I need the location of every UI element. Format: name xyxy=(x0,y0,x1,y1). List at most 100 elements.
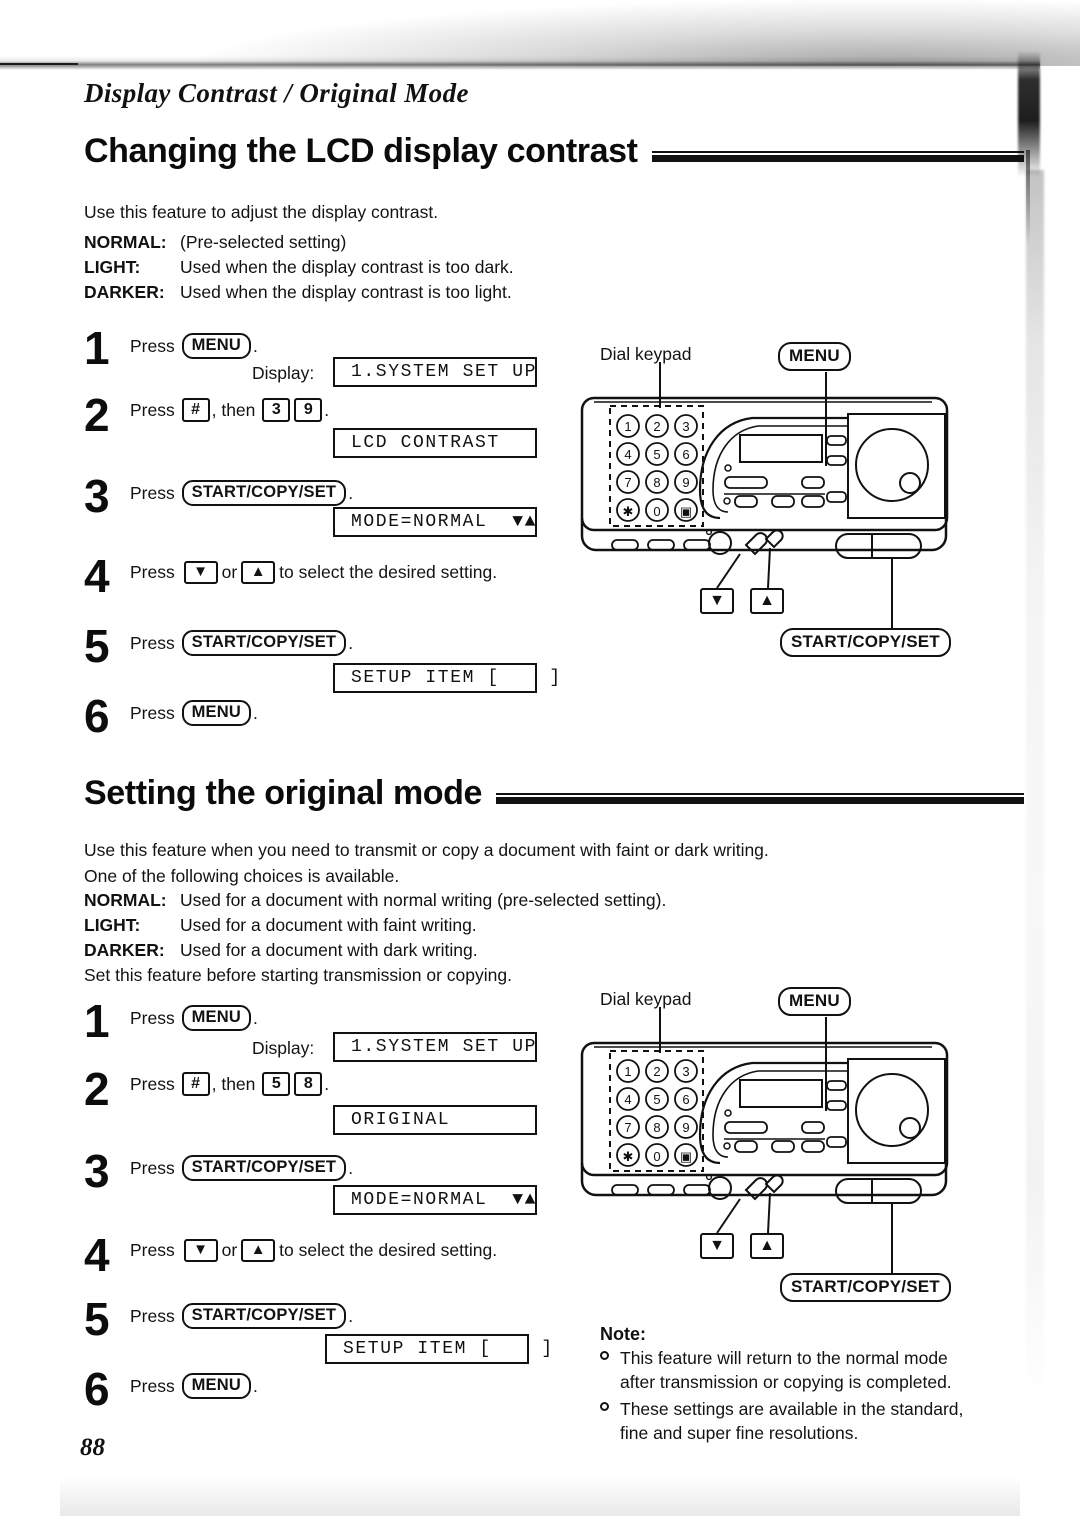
definition-row: LIGHT: Used for a document with faint wr… xyxy=(84,913,666,938)
step-tail: . xyxy=(348,1305,354,1326)
lcd-display: LCD CONTRAST xyxy=(333,428,537,458)
svg-text:▣: ▣ xyxy=(680,1149,692,1164)
step-verb: Press xyxy=(130,1074,175,1094)
up-arrow-key-chip[interactable]: ▲ xyxy=(241,1238,276,1262)
step-number: 1 xyxy=(84,322,110,374)
start-copy-set-button-chip[interactable]: START/COPY/SET xyxy=(181,480,347,506)
step-number: 2 xyxy=(84,1063,110,1115)
section-heading-lcd-contrast: Changing the LCD display contrast xyxy=(84,132,1025,170)
up-arrow-icon: ▲ xyxy=(759,592,775,609)
svg-text:1: 1 xyxy=(624,419,631,434)
step-instruction: Press START/COPY/SET . xyxy=(130,630,353,656)
step-number: 2 xyxy=(84,389,110,441)
definition-desc: Used when the display contrast is too da… xyxy=(180,256,514,277)
step-verb: Press xyxy=(130,1305,175,1326)
step-tail: to select the desired setting. xyxy=(279,562,498,582)
section2-outro: Set this feature before starting transmi… xyxy=(84,965,512,985)
svg-text:6: 6 xyxy=(682,447,689,462)
down-arrow-icon: ▼ xyxy=(709,592,725,609)
definition-term: NORMAL: xyxy=(84,232,167,252)
step-number: 5 xyxy=(84,1293,110,1345)
scan-artifact-blob-tail xyxy=(1026,150,1030,245)
heading-rule xyxy=(496,793,1024,804)
svg-text:9: 9 xyxy=(682,475,689,490)
lcd-display: 1.SYSTEM SET UP xyxy=(333,1032,537,1062)
step-verb: Press xyxy=(130,1007,175,1028)
svg-text:8: 8 xyxy=(653,475,660,490)
lcd-display: SETUP ITEM [ ] xyxy=(333,663,560,693)
step-mid: , then xyxy=(211,400,256,420)
definition-desc: Used when the display contrast is too li… xyxy=(180,281,512,302)
scan-artifact-right-edge xyxy=(1026,170,1044,1400)
down-arrow-key-chip[interactable]: ▼ xyxy=(183,560,218,584)
heading-rule xyxy=(651,151,1025,162)
definition-term: NORMAL: xyxy=(84,890,167,910)
step-verb: Press xyxy=(130,400,175,420)
step-instruction: Press MENU . xyxy=(130,333,258,359)
lcd-text: SETUP ITEM [ ] xyxy=(351,668,562,688)
fax-machine-figure-2: Dial keypad MENU 123 456 789 ✱ 0 ▣ ▼ ▲ S… xyxy=(580,985,980,1315)
svg-text:4: 4 xyxy=(624,447,631,462)
note-title: Note: xyxy=(600,1324,646,1344)
up-arrow-key-chip[interactable]: ▲ xyxy=(241,560,276,584)
menu-button-chip[interactable]: MENU xyxy=(181,700,251,726)
menu-button-chip[interactable]: MENU xyxy=(181,1373,251,1399)
menu-button-chip[interactable]: MENU xyxy=(181,1005,251,1031)
lcd-text: 1.SYSTEM SET UP xyxy=(351,1037,538,1057)
step-number: 1 xyxy=(84,995,110,1047)
step-or: or xyxy=(221,1240,238,1260)
section-heading-original-mode: Setting the original mode xyxy=(84,776,1024,810)
down-arrow-callout: ▼ xyxy=(700,588,734,614)
page-number: 88 xyxy=(80,1434,105,1461)
bullet-icon xyxy=(600,1351,609,1360)
note-item-text: These settings are available in the stan… xyxy=(620,1399,964,1444)
digit-key-chip[interactable]: 9 xyxy=(294,398,323,423)
step-tail: . xyxy=(348,632,354,653)
lcd-text: SETUP ITEM [ ] xyxy=(343,1339,554,1359)
step-instruction: Press MENU . xyxy=(130,1005,258,1031)
start-copy-set-button-chip[interactable]: START/COPY/SET xyxy=(181,1303,347,1329)
step-tail: . xyxy=(253,335,258,356)
down-arrow-callout: ▼ xyxy=(700,1233,734,1259)
fax-machine-drawing: 1 2 3 4 5 6 7 8 9 ✱ 0 ▣ xyxy=(580,362,949,630)
step-number: 3 xyxy=(84,470,110,522)
step-instruction: Press ▼ or ▲ to select the desired setti… xyxy=(130,1238,497,1263)
scan-artifact-top-haze xyxy=(200,0,1080,66)
step-number: 4 xyxy=(84,1229,110,1281)
step-verb: Press xyxy=(130,335,175,356)
step-number: 6 xyxy=(84,690,110,742)
hash-key-chip[interactable]: # xyxy=(181,398,210,423)
scan-artifact-bottom-haze xyxy=(60,1476,1020,1516)
svg-text:2: 2 xyxy=(653,419,660,434)
step-verb: Press xyxy=(130,702,175,723)
display-label: Display: xyxy=(252,363,315,383)
step-verb: Press xyxy=(130,632,175,653)
digit-key-chip[interactable]: 3 xyxy=(262,398,291,423)
definition-desc: (Pre-selected setting) xyxy=(180,232,347,252)
hash-key-chip[interactable]: # xyxy=(181,1072,210,1097)
down-arrow-key-chip[interactable]: ▼ xyxy=(183,1238,218,1262)
svg-text:1: 1 xyxy=(624,1064,631,1079)
section-heading-lcd-contrast-text: Changing the LCD display contrast xyxy=(84,132,638,170)
down-arrow-icon: ▼ xyxy=(709,1237,725,1254)
definition-row: NORMAL: (Pre-selected setting) xyxy=(84,230,514,255)
digit-key-chip[interactable]: 8 xyxy=(294,1072,323,1097)
lcd-text: 1.SYSTEM SET UP xyxy=(351,362,538,382)
svg-text:3: 3 xyxy=(682,1064,689,1079)
step-number: 6 xyxy=(84,1363,110,1415)
step-verb: Press xyxy=(130,1375,175,1396)
step-verb: Press xyxy=(130,1157,175,1178)
lcd-display: 1.SYSTEM SET UP xyxy=(333,357,537,387)
section-heading-original-mode-text: Setting the original mode xyxy=(84,774,483,812)
digit-key-chip[interactable]: 5 xyxy=(262,1072,291,1097)
svg-text:3: 3 xyxy=(682,419,689,434)
manual-page: Display Contrast / Original Mode Changin… xyxy=(0,0,1080,1526)
start-copy-set-button-chip[interactable]: START/COPY/SET xyxy=(181,630,347,656)
step-mid: , then xyxy=(211,1074,256,1094)
menu-button-chip[interactable]: MENU xyxy=(181,333,251,359)
section2-intro-1: Use this feature when you need to transm… xyxy=(84,840,769,860)
lcd-display: MODE=NORMAL ▼▲ xyxy=(333,507,537,537)
start-copy-set-button-chip[interactable]: START/COPY/SET xyxy=(181,1155,347,1181)
definition-desc: Used for a document with normal writing … xyxy=(180,890,667,910)
step-tail: . xyxy=(324,400,330,420)
